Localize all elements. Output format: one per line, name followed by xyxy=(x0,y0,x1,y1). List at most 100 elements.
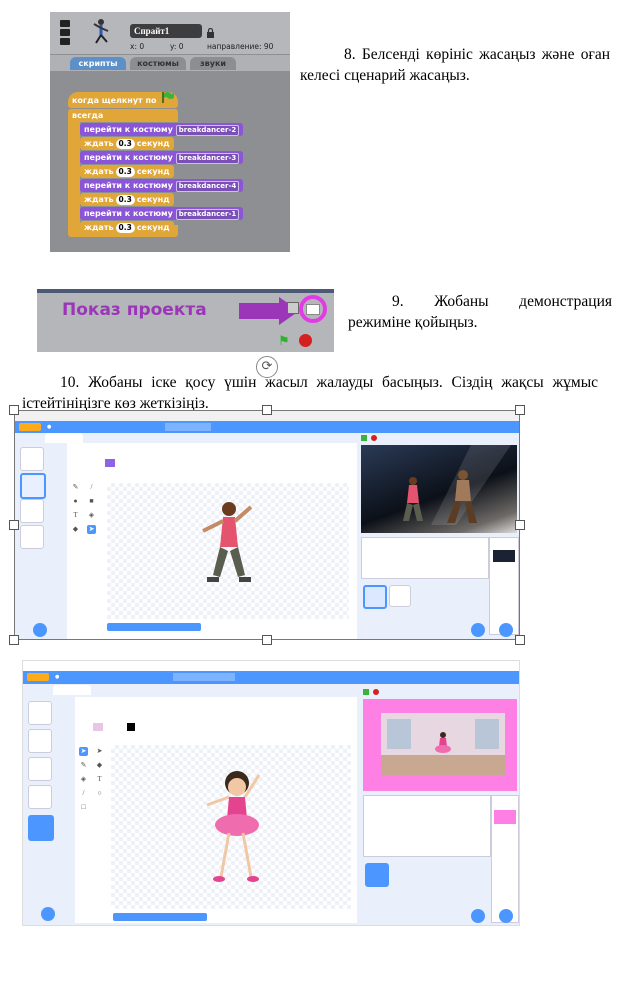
eraser-icon[interactable]: ◆ xyxy=(95,761,104,770)
line-icon[interactable]: / xyxy=(79,789,88,798)
costume-thumbnail[interactable] xyxy=(28,701,52,725)
paint-canvas[interactable] xyxy=(111,745,351,909)
scratch-logo xyxy=(27,673,49,681)
switch-costume-block-3[interactable]: перейти к костюму breakdancer-4 xyxy=(80,179,244,192)
costume-dropdown[interactable]: breakdancer-2 xyxy=(175,125,240,136)
green-flag-icon xyxy=(162,92,175,109)
switch-costume-label: перейти к костюму xyxy=(84,153,173,162)
scratch3-screenshot-ballerina: ● ➤ ➤ ✎ ◆ ◈ T / ○ □ xyxy=(22,660,520,926)
presentation-label: Показ проекта xyxy=(62,300,207,320)
lock-icon[interactable] xyxy=(206,25,215,38)
resize-handle[interactable] xyxy=(515,520,525,530)
project-title-field[interactable] xyxy=(173,673,235,681)
presentation-mode-icon[interactable] xyxy=(299,295,327,323)
resize-handle[interactable] xyxy=(9,635,19,645)
menu-bar xyxy=(23,671,519,684)
switch-costume-block-2[interactable]: перейти к костюму breakdancer-3 xyxy=(80,151,244,164)
backdrop-thumbnail[interactable] xyxy=(494,810,516,824)
fill-icon[interactable]: ◈ xyxy=(79,775,88,784)
resize-handle[interactable] xyxy=(515,405,525,415)
ballerina-costume-image xyxy=(206,771,261,882)
wait-label: ждать xyxy=(84,139,114,148)
add-backdrop-button[interactable] xyxy=(499,909,513,923)
tab-costumes[interactable]: костюмы xyxy=(130,57,186,70)
when-flag-clicked-block[interactable]: когда щелкнут по xyxy=(68,92,179,109)
arrow-shape xyxy=(239,303,283,319)
scratch14-screenshot: Спрайт1 x: 0 y: 0 направление: 90 скрипт… xyxy=(50,12,290,252)
rectangle-icon[interactable]: □ xyxy=(79,803,88,812)
wait-seconds-input[interactable]: 0.3 xyxy=(115,167,135,177)
costume-dropdown[interactable]: breakdancer-3 xyxy=(175,153,240,164)
tab-costumes[interactable] xyxy=(53,685,91,695)
switch-costume-block-4[interactable]: перейти к костюму breakdancer-1 xyxy=(80,207,244,220)
small-stage-icon[interactable] xyxy=(287,302,299,314)
outline-swatch[interactable] xyxy=(127,723,135,731)
wait-seconds-input[interactable]: 0.3 xyxy=(115,139,135,149)
y-position-label: y: 0 xyxy=(170,42,184,51)
tab-sounds[interactable]: звуки xyxy=(190,57,236,70)
wait-label: ждать xyxy=(84,167,114,176)
wait-block-1[interactable]: ждать 0.3 секунд xyxy=(80,137,174,150)
image-selection-frame xyxy=(14,410,520,640)
reshape-icon[interactable]: ➤ xyxy=(95,747,104,756)
presentation-mode-screenshot: Показ проекта ⚑ xyxy=(37,289,334,352)
sprite-thumbnail-ballerina[interactable] xyxy=(365,863,389,887)
globe-icon[interactable]: ● xyxy=(55,673,59,681)
add-sprite-button[interactable] xyxy=(471,909,485,923)
top-bar xyxy=(37,289,334,293)
dance-studio-image xyxy=(363,699,517,791)
sprite-header: Спрайт1 x: 0 y: 0 направление: 90 xyxy=(50,12,290,54)
costume-dropdown[interactable]: breakdancer-4 xyxy=(175,181,240,192)
costume-list xyxy=(25,697,55,897)
add-costume-button[interactable] xyxy=(41,907,55,921)
resize-handle[interactable] xyxy=(262,405,272,415)
costume-dropdown[interactable]: breakdancer-1 xyxy=(175,209,240,220)
seconds-label: секунд xyxy=(136,167,170,176)
select-icon[interactable]: ➤ xyxy=(79,747,88,756)
stop-icon[interactable] xyxy=(299,334,312,347)
sprite-thumbnail-icon xyxy=(92,18,110,44)
wait-block-3[interactable]: ждать 0.3 секунд xyxy=(80,193,174,206)
paint-editor: ➤ ➤ ✎ ◆ ◈ T / ○ □ xyxy=(75,697,357,923)
costume-thumbnail[interactable] xyxy=(28,815,54,841)
direction-label: направление: 90 xyxy=(207,42,274,51)
fill-swatch[interactable] xyxy=(93,723,103,731)
tab-code[interactable] xyxy=(29,685,53,695)
wait-seconds-input[interactable]: 0.3 xyxy=(115,223,135,233)
x-position-label: x: 0 xyxy=(130,42,145,51)
wait-label: ждать xyxy=(84,223,114,232)
step-8-text: 8. Белсенді көрініс жасаңыз және оған ке… xyxy=(300,46,610,84)
resize-handle[interactable] xyxy=(9,405,19,415)
brush-icon[interactable]: ✎ xyxy=(79,761,88,770)
switch-costume-block-1[interactable]: перейти к костюму breakdancer-2 xyxy=(80,123,244,136)
tab-scripts[interactable]: скрипты xyxy=(70,57,126,70)
sprite-name-field[interactable]: Спрайт1 xyxy=(130,24,202,38)
convert-to-vector-button[interactable] xyxy=(113,913,207,921)
step-10-text: 10. Жобаны іске қосу үшін жасыл жалауды … xyxy=(22,374,598,412)
resize-handle[interactable] xyxy=(262,635,272,645)
step-9-text: 9. Жобаны демонстрация режиміне қойыңыз. xyxy=(348,293,612,331)
resize-handle[interactable] xyxy=(515,635,525,645)
green-flag-icon[interactable] xyxy=(363,689,369,695)
costume-thumbnail[interactable] xyxy=(28,785,52,809)
switch-costume-label: перейти к костюму xyxy=(84,125,173,134)
sprite-info-panel xyxy=(363,795,491,857)
tab-sounds[interactable] xyxy=(89,685,117,695)
stage-preview xyxy=(363,699,517,791)
editor-tabs xyxy=(23,685,243,695)
wait-block-2[interactable]: ждать 0.3 секунд xyxy=(80,165,174,178)
wait-seconds-input[interactable]: 0.3 xyxy=(115,195,135,205)
text-icon[interactable]: T xyxy=(95,775,104,784)
stop-icon[interactable] xyxy=(373,689,379,695)
costume-thumbnail[interactable] xyxy=(28,757,52,781)
green-flag-icon[interactable]: ⚑ xyxy=(278,333,290,349)
resize-handle[interactable] xyxy=(9,520,19,530)
wait-block-4[interactable]: ждать 0.3 секунд xyxy=(80,221,174,234)
stage-selector-panel xyxy=(491,795,519,923)
costume-thumbnail[interactable] xyxy=(28,729,52,753)
switch-costume-label: перейти к костюму xyxy=(84,181,173,190)
seconds-label: секунд xyxy=(136,195,170,204)
circle-icon[interactable]: ○ xyxy=(95,789,104,798)
stage-pane xyxy=(359,687,519,925)
wait-label: ждать xyxy=(84,195,114,204)
